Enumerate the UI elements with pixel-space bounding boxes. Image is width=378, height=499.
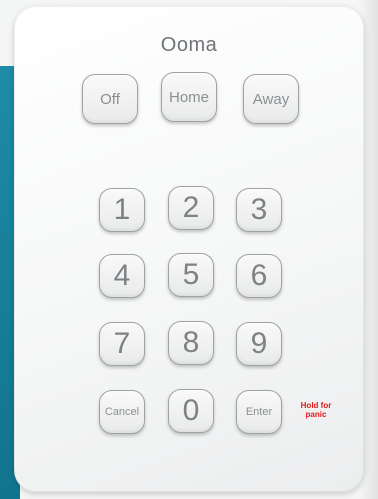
digit-7-button[interactable]: 7 — [99, 322, 145, 366]
enter-button[interactable]: Enter — [236, 390, 282, 434]
home-button[interactable]: Home — [161, 72, 217, 122]
security-keypad-device: Ooma Off Home Away 1 2 3 4 5 6 7 8 9 Can… — [14, 6, 364, 492]
brand-logo: Ooma — [160, 34, 218, 56]
off-button[interactable]: Off — [82, 74, 138, 124]
digit-0-button[interactable]: 0 — [168, 389, 214, 433]
panic-instruction-line2: panic — [305, 410, 327, 419]
digit-3-button[interactable]: 3 — [236, 188, 282, 232]
digit-5-button[interactable]: 5 — [168, 253, 214, 297]
panic-instruction: Hold for panic — [294, 401, 338, 419]
digit-6-button[interactable]: 6 — [236, 254, 282, 298]
digit-8-button[interactable]: 8 — [168, 321, 214, 365]
digit-9-button[interactable]: 9 — [236, 322, 282, 366]
away-button[interactable]: Away — [243, 74, 299, 124]
digit-1-button[interactable]: 1 — [99, 188, 145, 232]
digit-2-button[interactable]: 2 — [168, 186, 214, 230]
panic-instruction-line1: Hold for — [300, 401, 332, 410]
digit-4-button[interactable]: 4 — [99, 254, 145, 298]
cancel-button[interactable]: Cancel — [99, 390, 145, 434]
